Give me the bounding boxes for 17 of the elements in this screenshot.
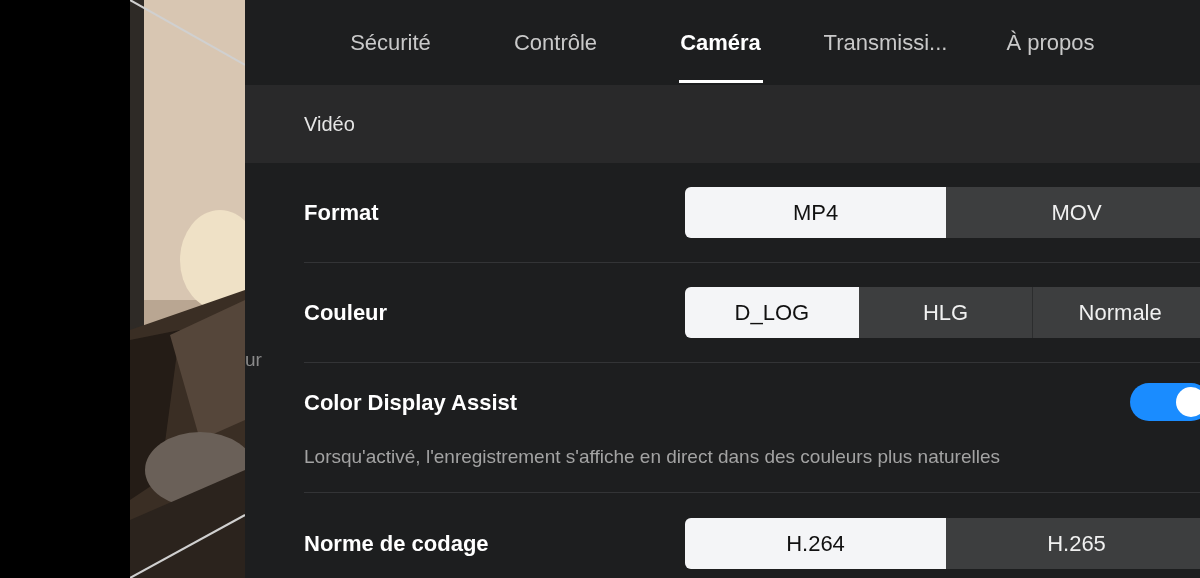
tab[interactable]: À propos — [968, 0, 1133, 85]
segment-option[interactable]: MP4 — [685, 187, 946, 238]
setting-label: Color Display Assist — [304, 388, 518, 417]
setting-label: Norme de codage — [304, 529, 490, 558]
toggle-knob — [1176, 387, 1200, 418]
toggle-switch[interactable] — [1130, 383, 1200, 422]
tab[interactable]: Sécurité — [308, 0, 473, 85]
setting-label: Format — [304, 199, 380, 227]
setting-label: Couleur — [304, 299, 389, 327]
setting-description: Lorsqu'activé, l'enregistrement s'affiche en direct dans des couleurs plus naturelles — [304, 445, 1001, 470]
segment-option[interactable]: H.264 — [685, 517, 946, 569]
segment-option[interactable]: D_LOG — [685, 287, 859, 338]
tab[interactable]: Contrôle — [473, 0, 638, 85]
background-text: ur — [245, 348, 262, 372]
tab[interactable]: Transmissi... — [803, 0, 968, 85]
section-title: Vidéo — [304, 112, 355, 137]
tab[interactable]: Caméra — [638, 0, 803, 85]
